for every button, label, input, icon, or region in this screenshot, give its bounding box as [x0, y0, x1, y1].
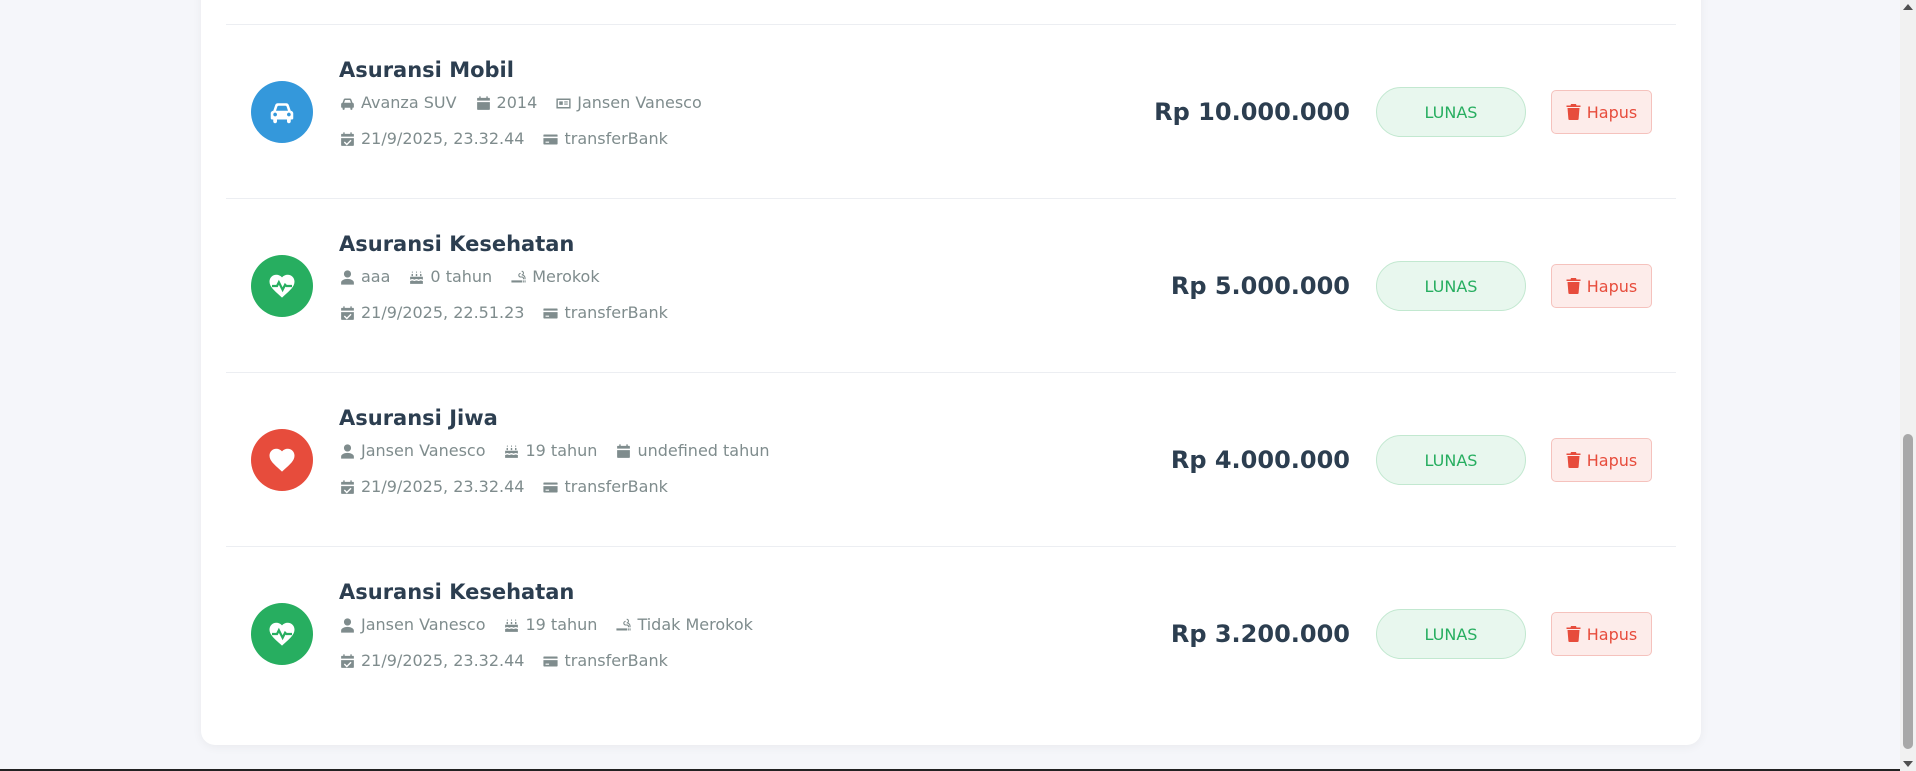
- car-icon: [341, 98, 354, 110]
- premium-amount: Rp 10.000.000: [1154, 98, 1350, 126]
- smoking-status: Tidak Merokok: [637, 615, 753, 634]
- smoking-icon: [511, 270, 526, 282]
- list-item: Asuransi Kesehatan Jansen Vanesco 19 tah…: [226, 546, 1676, 720]
- heartbeat-icon: [251, 255, 313, 317]
- insured-age: 19 tahun: [525, 441, 598, 460]
- insurance-title: Asuransi Jiwa: [339, 406, 498, 430]
- transaction-history-card: Asuransi Mobil Avanza SUV 2014 Jansen Va…: [201, 0, 1701, 745]
- transaction-date: 21/9/2025, 23.32.44: [361, 477, 525, 496]
- transaction-date: 21/9/2025, 23.32.44: [361, 129, 525, 148]
- status-badge: LUNAS: [1376, 261, 1526, 311]
- scrollbar-thumb[interactable]: [1903, 434, 1913, 749]
- trash-icon: [1566, 626, 1581, 642]
- delete-label: Hapus: [1586, 102, 1638, 122]
- insurance-title: Asuransi Kesehatan: [339, 580, 575, 604]
- vehicle-year: 2014: [496, 93, 538, 112]
- list-item: Asuransi Kesehatan aaa 0 tahun Merokok 2…: [226, 198, 1676, 372]
- status-badge: LUNAS: [1376, 609, 1526, 659]
- payment-method: transferBank: [564, 477, 668, 496]
- credit-card-icon: [543, 308, 559, 318]
- delete-button[interactable]: Hapus: [1551, 612, 1652, 656]
- premium-amount: Rp 3.200.000: [1170, 620, 1350, 648]
- user-icon: [341, 443, 354, 459]
- car-icon: [251, 81, 313, 143]
- calendar-icon: [617, 443, 631, 458]
- delete-button[interactable]: Hapus: [1551, 264, 1652, 308]
- scroll-down-arrow-icon[interactable]: [1903, 761, 1913, 767]
- payment-method: transferBank: [564, 651, 668, 670]
- list-item: Asuransi Jiwa Jansen Vanesco 19 tahun un…: [226, 372, 1676, 546]
- insured-name: Jansen Vanesco: [361, 441, 486, 460]
- transaction-date: 21/9/2025, 23.32.44: [361, 651, 525, 670]
- scroll-up-arrow-icon[interactable]: [1903, 4, 1913, 10]
- status-badge: LUNAS: [1376, 435, 1526, 485]
- calendar-check-icon: [341, 131, 354, 146]
- insured-name: aaa: [361, 267, 391, 286]
- user-icon: [341, 269, 354, 285]
- vertical-scrollbar[interactable]: [1900, 0, 1916, 771]
- owner-name: Jansen Vanesco: [577, 93, 702, 112]
- credit-card-icon: [543, 656, 559, 666]
- trash-icon: [1566, 278, 1581, 294]
- birthday-cake-icon: [410, 270, 424, 284]
- smoking-status: Merokok: [532, 267, 600, 286]
- insurance-title: Asuransi Mobil: [339, 58, 514, 82]
- delete-button[interactable]: Hapus: [1551, 90, 1652, 134]
- calendar-check-icon: [341, 479, 354, 494]
- delete-label: Hapus: [1586, 276, 1638, 296]
- smoking-icon: [616, 618, 632, 630]
- delete-button[interactable]: Hapus: [1551, 438, 1652, 482]
- premium-amount: Rp 4.000.000: [1170, 446, 1350, 474]
- payment-method: transferBank: [564, 303, 668, 322]
- vehicle-model: Avanza SUV: [361, 93, 457, 112]
- delete-label: Hapus: [1586, 624, 1638, 644]
- heart-icon: [251, 429, 313, 491]
- credit-card-icon: [543, 134, 559, 144]
- calendar-check-icon: [341, 653, 354, 668]
- list-item: Asuransi Mobil Avanza SUV 2014 Jansen Va…: [226, 24, 1676, 198]
- user-icon: [341, 617, 354, 633]
- premium-amount: Rp 5.000.000: [1170, 272, 1350, 300]
- status-badge: LUNAS: [1376, 87, 1526, 137]
- trash-icon: [1566, 452, 1581, 468]
- calendar-check-icon: [341, 305, 354, 320]
- calendar-icon: [476, 95, 490, 110]
- payment-method: transferBank: [564, 129, 668, 148]
- birthday-cake-icon: [505, 444, 519, 458]
- insured-name: Jansen Vanesco: [361, 615, 486, 634]
- id-card-icon: [556, 98, 571, 108]
- insured-age: 19 tahun: [525, 615, 598, 634]
- coverage-term: undefined tahun: [637, 441, 770, 460]
- trash-icon: [1566, 104, 1581, 120]
- heartbeat-icon: [251, 603, 313, 665]
- credit-card-icon: [543, 482, 559, 492]
- insured-age: 0 tahun: [430, 267, 493, 286]
- birthday-cake-icon: [505, 618, 519, 632]
- transaction-date: 21/9/2025, 22.51.23: [361, 303, 525, 322]
- delete-label: Hapus: [1586, 450, 1638, 470]
- insurance-title: Asuransi Kesehatan: [339, 232, 575, 256]
